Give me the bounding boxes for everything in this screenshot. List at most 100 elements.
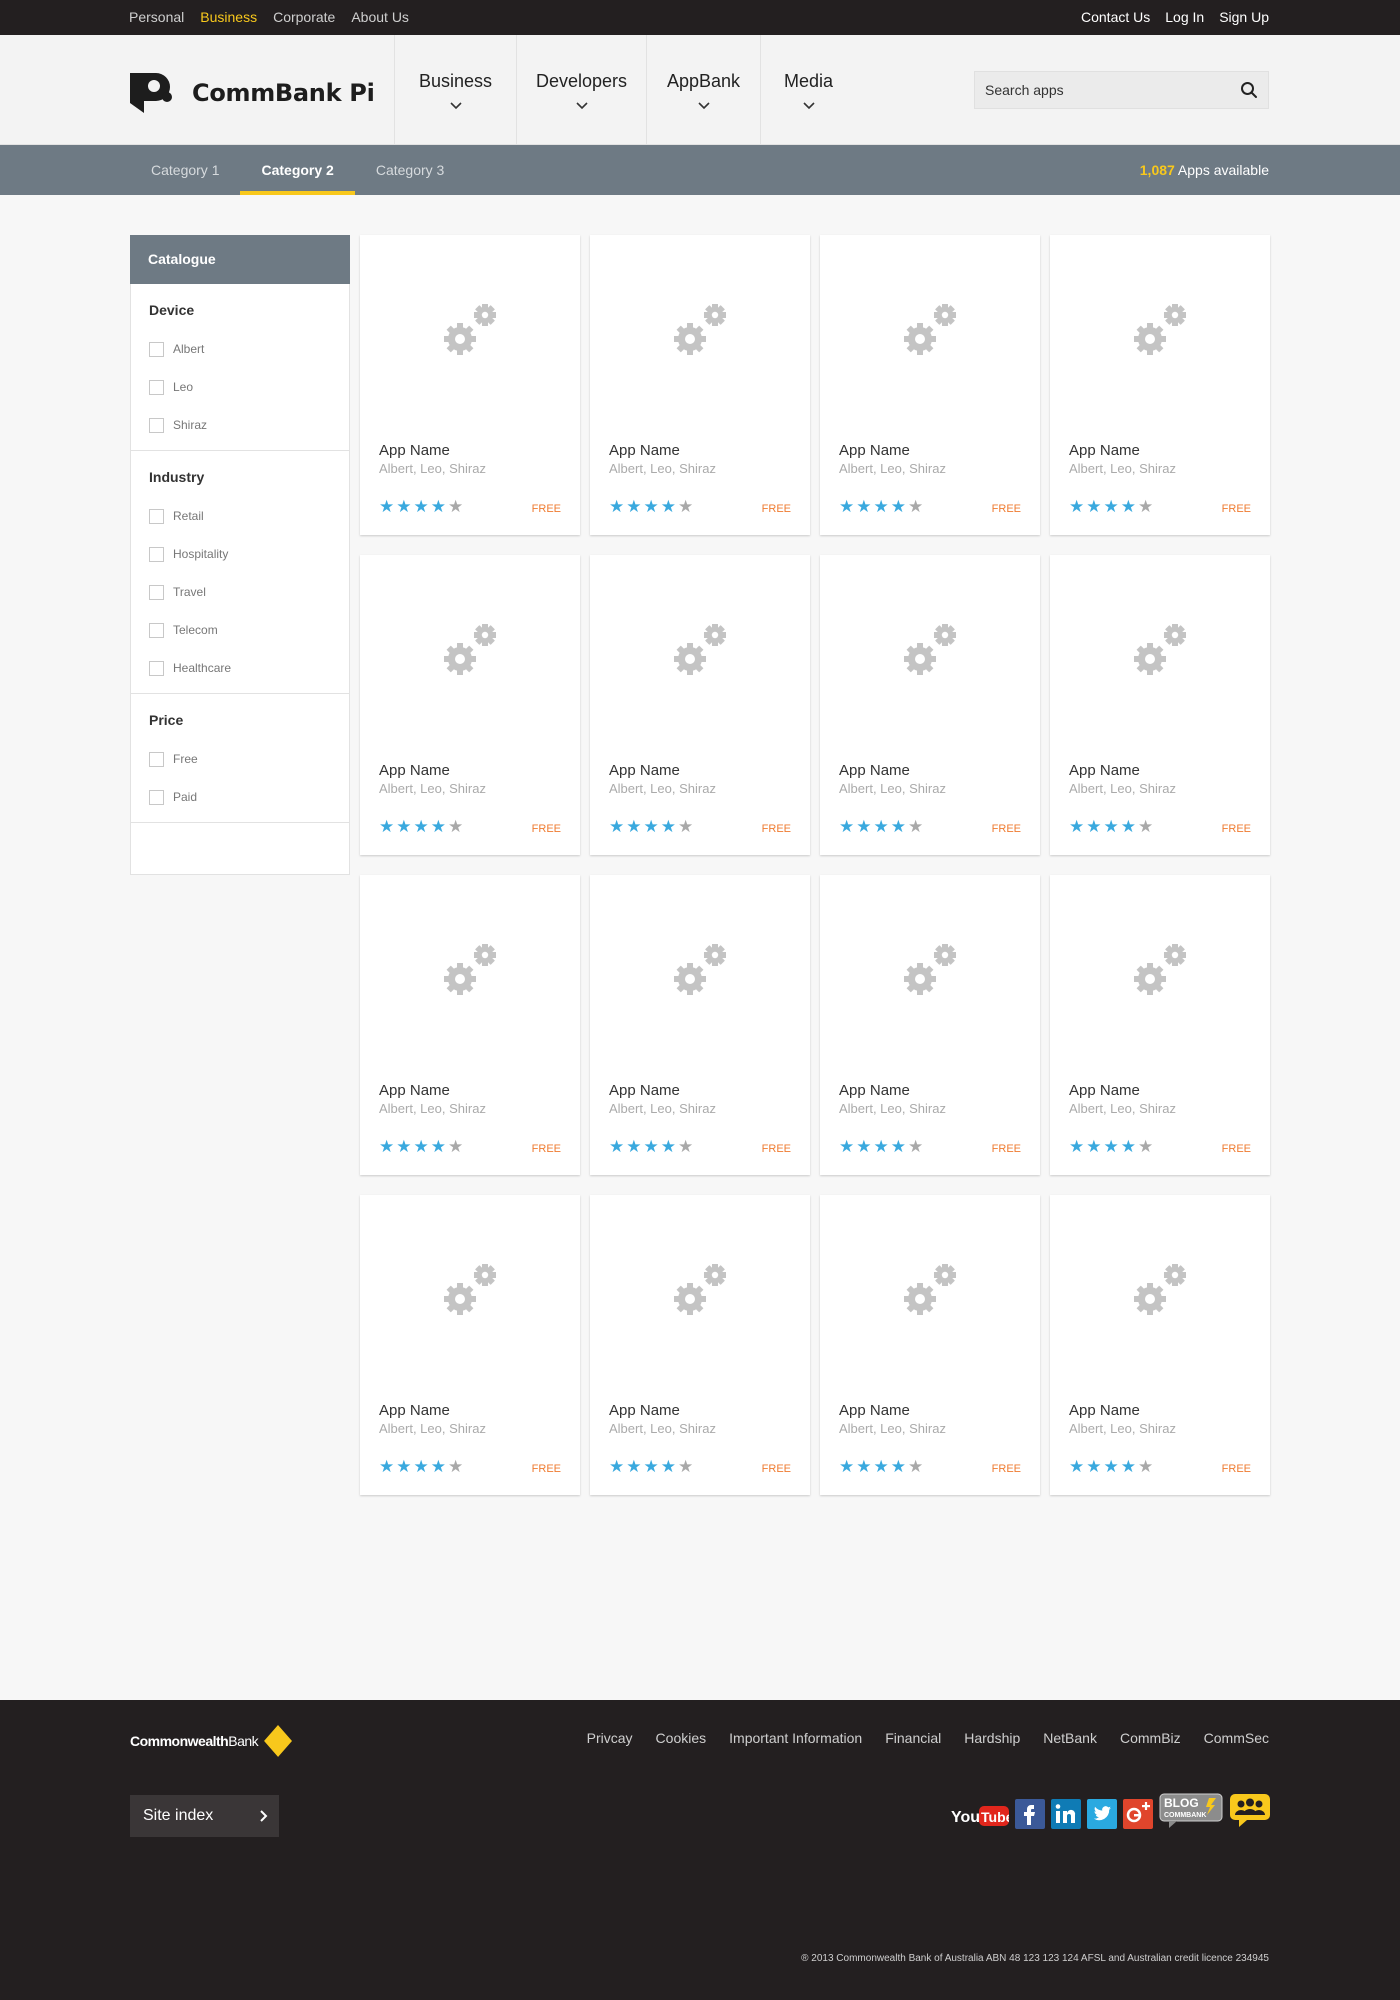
top-link-about-us[interactable]: About Us <box>351 0 409 35</box>
app-name[interactable]: App Name <box>839 1082 910 1099</box>
star-filled-icon: ★ <box>890 1457 906 1476</box>
star-filled-icon: ★ <box>609 817 625 836</box>
gear-icon <box>904 1264 956 1315</box>
checkbox[interactable] <box>149 508 164 524</box>
app-card[interactable]: App Name Albert, Leo, Shiraz ★ ★ ★ ★ ★ FREE <box>360 555 580 855</box>
app-card[interactable]: App Name Albert, Leo, Shiraz ★ ★ ★ ★ ★ FREE <box>590 555 810 855</box>
app-name[interactable]: App Name <box>1069 442 1140 459</box>
star-filled-icon: ★ <box>1120 817 1136 836</box>
app-name[interactable]: App Name <box>609 1402 680 1419</box>
filter-group-title: Price <box>149 712 184 728</box>
footer-link-privcay[interactable]: Privcay <box>587 1730 633 1746</box>
checkbox[interactable] <box>149 789 164 805</box>
community-icon[interactable] <box>1229 1793 1271 1829</box>
filter-option-hospitality[interactable]: Hospitality <box>149 535 349 573</box>
filter-option-telecom[interactable]: Telecom <box>149 611 349 649</box>
checkbox[interactable] <box>149 546 164 562</box>
tab-category-3[interactable]: Category 3 <box>355 145 465 195</box>
app-card[interactable]: App Name Albert, Leo, Shiraz ★ ★ ★ ★ ★ FREE <box>360 875 580 1175</box>
linkedin-icon[interactable] <box>1051 1799 1081 1829</box>
google-plus-icon[interactable] <box>1123 1799 1153 1829</box>
app-name[interactable]: App Name <box>379 1402 450 1419</box>
star-filled-icon: ★ <box>1120 1137 1136 1156</box>
app-card[interactable]: App Name Albert, Leo, Shiraz ★ ★ ★ ★ ★ FREE <box>590 235 810 535</box>
app-name[interactable]: App Name <box>839 762 910 779</box>
filter-option-leo[interactable]: Leo <box>149 368 349 406</box>
app-name[interactable]: App Name <box>839 442 910 459</box>
nav-item-media[interactable]: Media <box>760 35 856 145</box>
twitter-icon[interactable] <box>1087 1799 1117 1829</box>
top-link-corporate[interactable]: Corporate <box>273 0 335 35</box>
commonwealth-bank-logo[interactable]: Commonwealth Bank <box>130 1725 293 1757</box>
filter-option-healthcare[interactable]: Healthcare <box>149 649 349 687</box>
app-card[interactable]: App Name Albert, Leo, Shiraz ★ ★ ★ ★ ★ FREE <box>820 235 1040 535</box>
app-name[interactable]: App Name <box>379 762 450 779</box>
app-card[interactable]: App Name Albert, Leo, Shiraz ★ ★ ★ ★ ★ FREE <box>1050 875 1270 1175</box>
app-card[interactable]: App Name Albert, Leo, Shiraz ★ ★ ★ ★ ★ FREE <box>820 875 1040 1175</box>
top-link-business[interactable]: Business <box>200 0 257 35</box>
star-rating: ★ ★ ★ ★ ★ <box>379 1138 465 1155</box>
app-name[interactable]: App Name <box>609 442 680 459</box>
app-card[interactable]: App Name Albert, Leo, Shiraz ★ ★ ★ ★ ★ FREE <box>820 555 1040 855</box>
filter-option-paid[interactable]: Paid <box>149 778 349 816</box>
checkbox[interactable] <box>149 417 164 433</box>
app-card[interactable]: App Name Albert, Leo, Shiraz ★ ★ ★ ★ ★ FREE <box>590 875 810 1175</box>
app-card[interactable]: App Name Albert, Leo, Shiraz ★ ★ ★ ★ ★ FREE <box>1050 1195 1270 1495</box>
star-empty-icon: ★ <box>1138 1457 1154 1476</box>
nav-item-developers[interactable]: Developers <box>516 35 646 145</box>
app-card[interactable]: App Name Albert, Leo, Shiraz ★ ★ ★ ★ ★ FREE <box>360 1195 580 1495</box>
youtube-icon[interactable]: You Tube <box>951 1803 1009 1829</box>
app-name[interactable]: App Name <box>379 1082 450 1099</box>
app-card[interactable]: App Name Albert, Leo, Shiraz ★ ★ ★ ★ ★ FREE <box>590 1195 810 1495</box>
nav-item-business[interactable]: Business <box>394 35 516 145</box>
app-card[interactable]: App Name Albert, Leo, Shiraz ★ ★ ★ ★ ★ FREE <box>1050 555 1270 855</box>
star-filled-icon: ★ <box>379 1457 395 1476</box>
footer-link-commbiz[interactable]: CommBiz <box>1120 1730 1181 1746</box>
nav-item-appbank[interactable]: AppBank <box>646 35 760 145</box>
star-rating: ★ ★ ★ ★ ★ <box>379 818 465 835</box>
checkbox[interactable] <box>149 622 164 638</box>
search-icon[interactable] <box>1240 81 1258 99</box>
commbank-blog-icon[interactable]: BLOG COMMBANK <box>1159 1793 1223 1829</box>
footer-link-commsec[interactable]: CommSec <box>1204 1730 1269 1746</box>
checkbox[interactable] <box>149 751 164 767</box>
app-name[interactable]: App Name <box>1069 1082 1140 1099</box>
filter-option-albert[interactable]: Albert <box>149 330 349 368</box>
footer-link-financial[interactable]: Financial <box>885 1730 941 1746</box>
top-link-contact-us[interactable]: Contact Us <box>1081 0 1150 35</box>
app-card[interactable]: App Name Albert, Leo, Shiraz ★ ★ ★ ★ ★ FREE <box>820 1195 1040 1495</box>
filter-option-retail[interactable]: Retail <box>149 497 349 535</box>
filter-option-label: Healthcare <box>173 661 232 675</box>
top-link-personal[interactable]: Personal <box>129 0 184 35</box>
filter-option-shiraz[interactable]: Shiraz <box>149 406 349 444</box>
star-filled-icon: ★ <box>856 1137 872 1156</box>
brand-logo[interactable]: CommBank Pi <box>130 73 375 113</box>
app-name[interactable]: App Name <box>839 1402 910 1419</box>
facebook-icon[interactable] <box>1015 1799 1045 1829</box>
app-name[interactable]: App Name <box>379 442 450 459</box>
app-name[interactable]: App Name <box>609 1082 680 1099</box>
app-card[interactable]: App Name Albert, Leo, Shiraz ★ ★ ★ ★ ★ FREE <box>1050 235 1270 535</box>
tab-category-1[interactable]: Category 1 <box>130 145 240 195</box>
tab-category-2[interactable]: Category 2 <box>240 145 356 195</box>
search-input[interactable] <box>975 82 1225 98</box>
site-index-button[interactable]: Site index <box>130 1795 279 1837</box>
top-link-log-in[interactable]: Log In <box>1165 0 1204 35</box>
checkbox[interactable] <box>149 584 164 600</box>
filter-option-free[interactable]: Free <box>149 740 349 778</box>
app-name[interactable]: App Name <box>1069 1402 1140 1419</box>
app-card[interactable]: App Name Albert, Leo, Shiraz ★ ★ ★ ★ ★ FREE <box>360 235 580 535</box>
checkbox[interactable] <box>149 341 164 357</box>
app-name[interactable]: App Name <box>1069 762 1140 779</box>
footer-link-important-information[interactable]: Important Information <box>729 1730 862 1746</box>
top-link-sign-up[interactable]: Sign Up <box>1219 0 1269 35</box>
footer-link-hardship[interactable]: Hardship <box>964 1730 1020 1746</box>
footer-link-cookies[interactable]: Cookies <box>656 1730 707 1746</box>
footer-link-netbank[interactable]: NetBank <box>1043 1730 1097 1746</box>
nav-item-label: Business <box>418 70 493 91</box>
checkbox[interactable] <box>149 660 164 676</box>
app-price: FREE <box>991 1143 1021 1155</box>
app-name[interactable]: App Name <box>609 762 680 779</box>
checkbox[interactable] <box>149 379 164 395</box>
filter-option-travel[interactable]: Travel <box>149 573 349 611</box>
